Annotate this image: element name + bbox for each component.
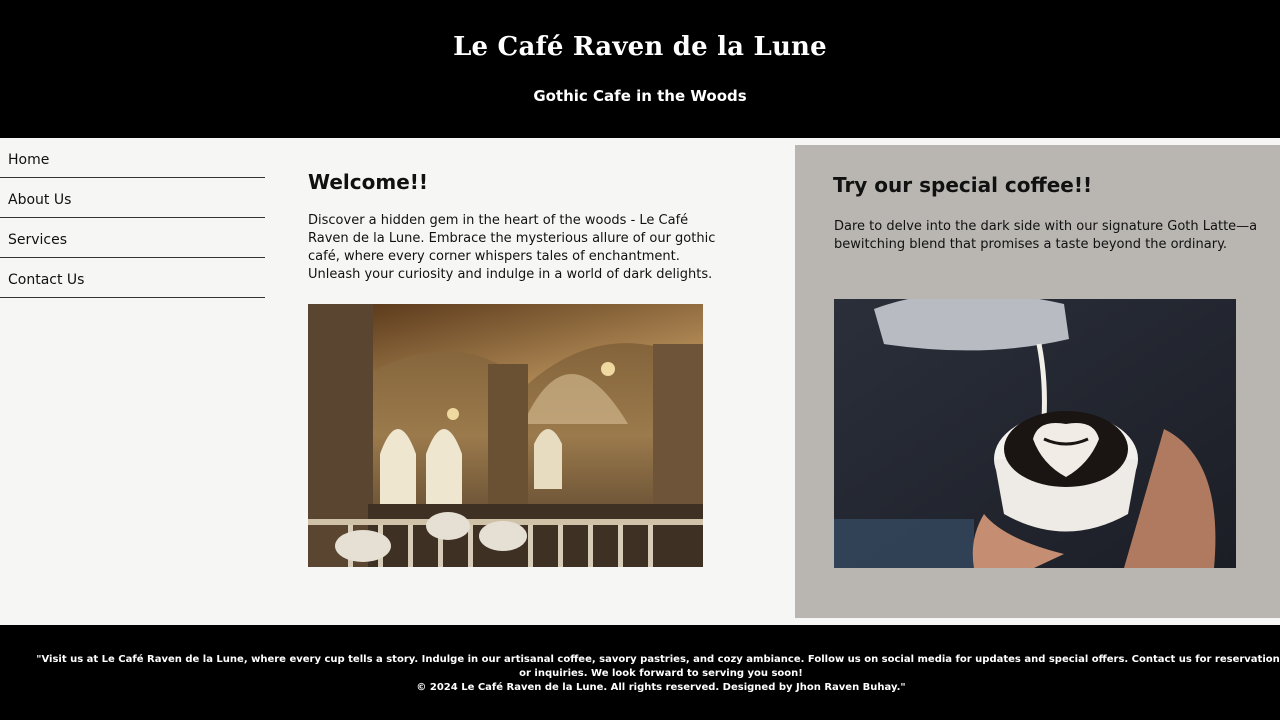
welcome-section: Welcome!! Discover a hidden gem in the h… (308, 170, 728, 284)
nav-item-services[interactable]: Services (0, 218, 265, 258)
latte-art-image (834, 299, 1236, 568)
nav-item-home[interactable]: Home (0, 138, 265, 178)
footer-message: "Visit us at Le Café Raven de la Lune, w… (36, 654, 1280, 679)
footer-text-block: "Visit us at Le Café Raven de la Lune, w… (36, 653, 1280, 695)
nav-item-about-us[interactable]: About Us (0, 178, 265, 218)
sidebar-nav: Home About Us Services Contact Us (0, 138, 265, 298)
special-coffee-section: Try our special coffee!! Dare to delve i… (795, 145, 1280, 618)
site-footer: "Visit us at Le Café Raven de la Lune, w… (0, 625, 1280, 720)
site-title: Le Café Raven de la Lune (453, 32, 827, 62)
site-tagline: Gothic Cafe in the Woods (533, 87, 747, 105)
site-header: Le Café Raven de la Lune Gothic Cafe in … (0, 0, 1280, 138)
special-text: Dare to delve into the dark side with ou… (834, 219, 1258, 252)
special-heading: Try our special coffee!! (833, 173, 1093, 197)
welcome-text: Discover a hidden gem in the heart of th… (308, 213, 716, 282)
gothic-hall-image (308, 304, 703, 567)
footer-copyright: © 2024 Le Café Raven de la Lune. All rig… (416, 682, 906, 693)
nav-item-contact-us[interactable]: Contact Us (0, 258, 265, 298)
welcome-heading: Welcome!! (308, 170, 429, 194)
